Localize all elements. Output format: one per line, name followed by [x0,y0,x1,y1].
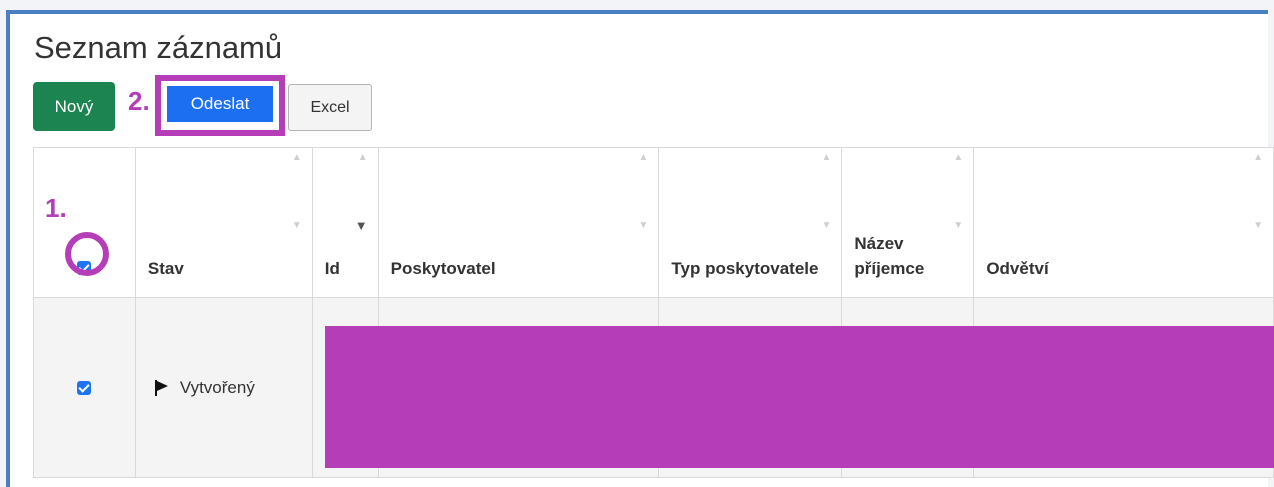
table-header-row: ▲ ▼ Stav ▲ ▼ Id ▲ ▼ Poskytovatel ▲ ▼ Typ… [33,147,1274,298]
excel-export-button[interactable]: Excel [288,84,372,131]
redaction-block [325,326,1274,468]
column-label: Typ poskytovatele [671,259,819,278]
column-label: Poskytovatel [390,259,496,278]
column-header-id[interactable]: ▲ ▼ Id [311,147,379,298]
sort-down-icon[interactable]: ▼ [292,220,302,231]
column-header-odvetvi[interactable]: ▲ ▼ Odvětví [973,147,1274,298]
row-checkbox[interactable] [77,381,92,396]
column-label: Id [324,259,340,278]
sort-up-icon[interactable]: ▲ [638,152,648,163]
sort-down-icon[interactable]: ▼ [953,220,963,231]
sort-up-icon[interactable]: ▲ [953,152,963,163]
sort-up-icon[interactable]: ▲ [1253,152,1263,163]
page-title: Seznam záznamů [34,30,283,65]
column-label: Název příjemce [854,234,925,278]
sort-down-icon[interactable]: ▼ [1253,220,1263,231]
column-label: Stav [147,259,184,278]
status-cell: Vytvořený [134,297,313,478]
column-header-poskytovatel[interactable]: ▲ ▼ Poskytovatel [377,147,660,298]
column-label: Odvětví [986,259,1049,278]
sort-up-icon[interactable]: ▲ [821,152,831,163]
row-select-cell [33,297,136,478]
column-header-stav[interactable]: ▲ ▼ Stav [134,147,313,298]
step-2-marker: 2. [128,86,150,116]
checkbox-highlight-circle [65,232,110,276]
sort-down-active-icon[interactable]: ▼ [355,218,368,233]
new-button[interactable]: Nový [33,82,115,131]
sort-down-icon[interactable]: ▼ [821,220,831,231]
step-1-marker: 1. [45,193,67,223]
column-header-nazev-prijemce[interactable]: ▲ ▼ Název příjemce [841,147,975,298]
flag-icon [154,380,168,397]
submit-button[interactable]: Odeslat [167,86,273,122]
status-text: Vytvořený [179,377,255,397]
sort-up-icon[interactable]: ▲ [292,152,302,163]
sort-up-icon[interactable]: ▲ [358,152,368,163]
sort-down-icon[interactable]: ▼ [638,220,648,231]
column-header-typ-poskytovatele[interactable]: ▲ ▼ Typ poskytovatele [658,147,843,298]
